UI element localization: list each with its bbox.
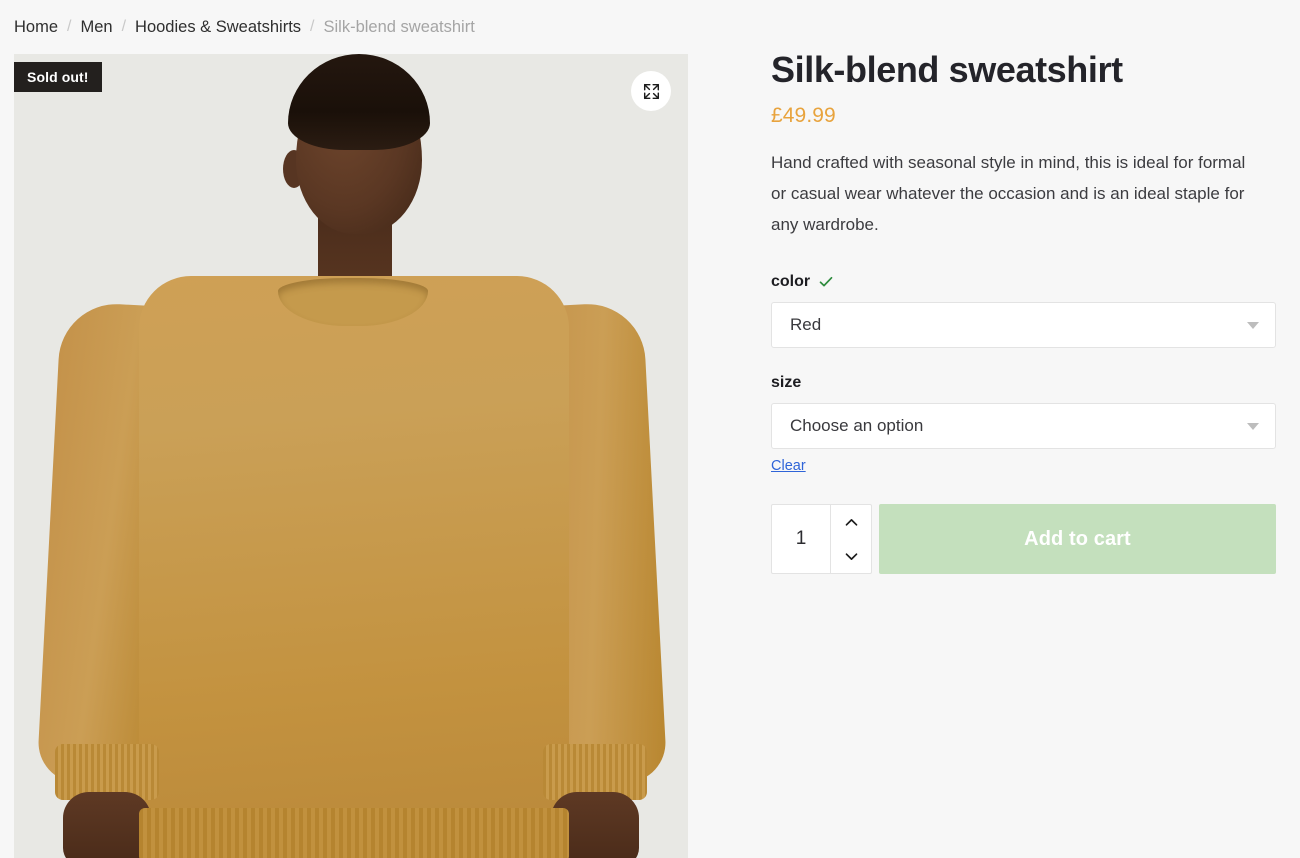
- color-select[interactable]: Red: [771, 302, 1276, 349]
- product-gallery[interactable]: Sold out!: [14, 54, 688, 858]
- page-title: Silk-blend sweatshirt: [771, 49, 1123, 90]
- add-to-cart-row: Add to cart: [771, 504, 1276, 575]
- quantity-stepper-buttons: [830, 505, 871, 574]
- check-icon: [819, 277, 833, 287]
- clear-variations-link[interactable]: Clear: [771, 458, 806, 474]
- status-badge-sold-out: Sold out!: [14, 62, 102, 92]
- breadcrumb: Home / Men / Hoodies & Sweatshirts / Sil…: [0, 0, 1300, 54]
- breadcrumb-separator: /: [310, 18, 315, 35]
- variation-label-size-text: size: [771, 374, 802, 392]
- model-hand-left: [63, 792, 151, 858]
- quantity-decrease-button[interactable]: [831, 539, 871, 573]
- color-select-value: Red: [790, 315, 822, 335]
- quantity-stepper[interactable]: [771, 504, 872, 575]
- variation-row-size: size Choose an option Clear: [771, 374, 1276, 475]
- chevron-up-icon: [845, 518, 857, 526]
- breadcrumb-separator: /: [121, 18, 127, 35]
- quantity-increase-button[interactable]: [831, 505, 871, 539]
- size-select[interactable]: Choose an option: [771, 403, 1276, 450]
- size-select-value: Choose an option: [790, 416, 924, 436]
- garment-hem: [139, 808, 569, 858]
- product-summary: Silk-blend sweatshirt £49.99 Hand crafte…: [771, 49, 1276, 575]
- variation-label-color: color: [771, 273, 1276, 291]
- product-description: Hand crafted with seasonal style in mind…: [771, 153, 1246, 235]
- breadcrumb-item-home[interactable]: Home: [14, 18, 58, 37]
- product-image[interactable]: [14, 54, 688, 858]
- garment-body: [139, 276, 569, 858]
- expand-fullscreen-icon: [643, 83, 659, 99]
- breadcrumb-item-men[interactable]: Men: [80, 18, 112, 37]
- variations-form: color Red size Choose an option Clear: [771, 273, 1276, 475]
- breadcrumb-item-current: Silk-blend sweatshirt: [323, 17, 475, 36]
- product-price: £49.99: [771, 104, 836, 128]
- add-to-cart-button[interactable]: Add to cart: [879, 504, 1276, 575]
- variation-label-size: size: [771, 374, 1276, 392]
- chevron-down-icon: [1247, 423, 1259, 431]
- breadcrumb-item-hoodies-sweatshirts[interactable]: Hoodies & Sweatshirts: [135, 18, 301, 37]
- variation-row-color: color Red: [771, 273, 1276, 349]
- chevron-down-icon: [845, 552, 857, 560]
- expand-image-button[interactable]: [631, 71, 671, 111]
- breadcrumb-separator: /: [67, 18, 72, 35]
- quantity-input[interactable]: [772, 505, 830, 574]
- variation-label-color-text: color: [771, 273, 811, 291]
- chevron-down-icon: [1247, 322, 1259, 330]
- model-hair: [288, 54, 430, 150]
